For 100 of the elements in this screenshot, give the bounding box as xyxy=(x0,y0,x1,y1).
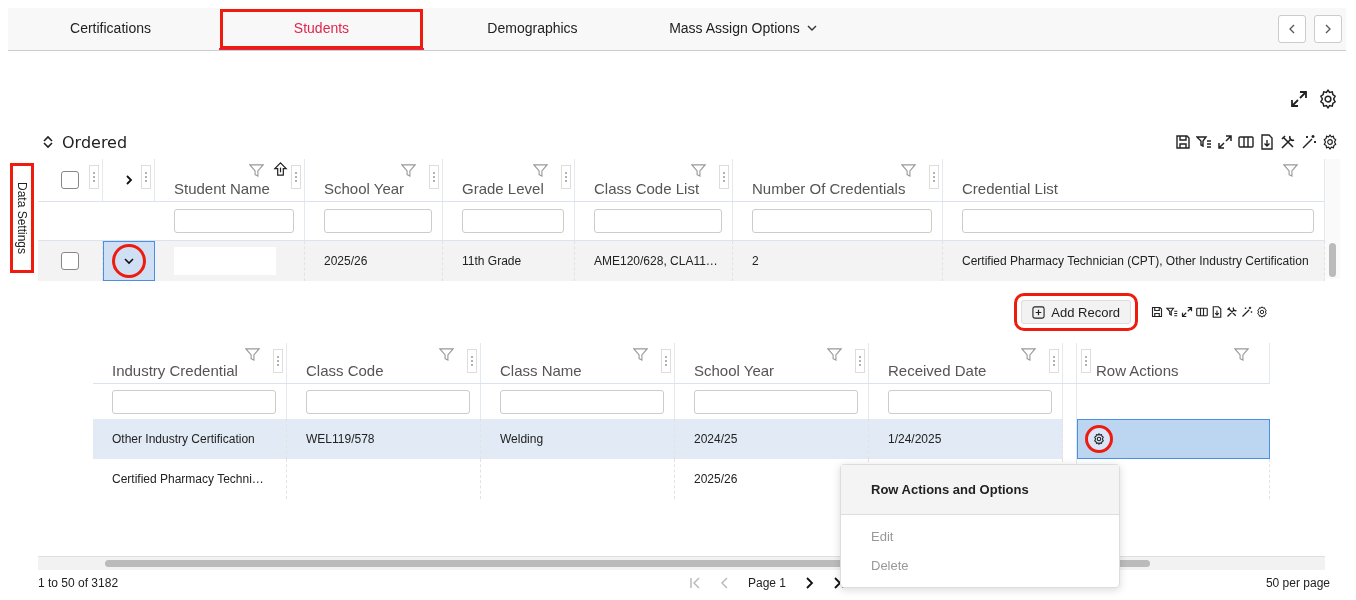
table-cell: Certified Pharmacy Technician (CPT), Other Industry Certification xyxy=(962,254,1309,268)
sort-icon[interactable] xyxy=(42,135,54,149)
tab[interactable]: Students xyxy=(219,8,424,50)
settings-icon[interactable] xyxy=(1256,306,1268,318)
filter-field[interactable] xyxy=(888,389,1052,414)
column-header[interactable]: Class Name xyxy=(500,362,582,379)
filter-field[interactable] xyxy=(174,209,294,233)
tools-icon[interactable] xyxy=(1280,134,1296,150)
column-header[interactable]: Number Of Credentials xyxy=(752,180,906,197)
next-button[interactable] xyxy=(1314,15,1342,43)
settings-icon[interactable] xyxy=(1322,134,1338,150)
drag-handle-icon[interactable] xyxy=(429,165,439,189)
filter-field[interactable] xyxy=(112,389,276,414)
tools-icon[interactable] xyxy=(1226,306,1238,318)
sort-order-icon[interactable] xyxy=(273,162,288,177)
column-header[interactable]: School Year xyxy=(694,362,775,379)
first-page-icon[interactable] xyxy=(688,576,702,590)
filter-icon[interactable] xyxy=(439,347,454,362)
table-cell: 2025/26 xyxy=(324,254,368,268)
tab[interactable]: Certifications xyxy=(8,8,213,50)
drag-handle-icon[interactable] xyxy=(719,165,729,189)
save-icon[interactable] xyxy=(1175,134,1191,150)
plus-icon xyxy=(1032,305,1046,319)
table-cell: AME120/628, CLA11… xyxy=(594,254,718,268)
tab[interactable]: Demographics xyxy=(430,8,635,50)
table-cell: Certified Pharmacy Techni… xyxy=(112,472,264,486)
file-download-icon[interactable] xyxy=(1211,306,1223,318)
filter-icon[interactable] xyxy=(1283,163,1298,178)
filter-field[interactable] xyxy=(962,209,1314,233)
column-header[interactable]: School Year xyxy=(324,180,405,197)
settings-icon xyxy=(1093,433,1105,445)
record-count: 1 to 50 of 3182 xyxy=(38,576,119,590)
selected-row[interactable]: Other Industry Certification WEL119/578 Welding 2024/25 1/24/2025 xyxy=(93,419,1270,459)
column-header[interactable]: Industry Credential xyxy=(112,362,238,379)
drag-handle-icon[interactable] xyxy=(1049,349,1059,373)
filter-icon[interactable] xyxy=(691,163,706,178)
filter-field[interactable] xyxy=(752,209,932,233)
drag-handle-icon[interactable] xyxy=(141,165,151,189)
grid-title: Ordered xyxy=(62,132,128,152)
drag-handle-icon[interactable] xyxy=(855,349,865,373)
table-cell: Welding xyxy=(500,432,544,446)
chevron-down-icon xyxy=(122,255,135,267)
previous-button[interactable] xyxy=(1278,15,1306,43)
settings-icon[interactable] xyxy=(1318,89,1338,109)
filter-field[interactable] xyxy=(324,209,432,233)
drag-handle-icon[interactable] xyxy=(273,349,283,373)
filter-icon[interactable] xyxy=(1021,347,1036,362)
columns-icon[interactable] xyxy=(1196,306,1208,318)
filter-icon[interactable] xyxy=(533,163,548,178)
table-cell: 11th Grade xyxy=(462,254,522,268)
row-checkbox[interactable] xyxy=(61,252,79,270)
filter-field[interactable] xyxy=(694,389,858,414)
table-cell: 2024/25 xyxy=(694,432,738,446)
data-settings-tab[interactable]: Data Settings xyxy=(10,163,34,273)
file-download-icon[interactable] xyxy=(1259,134,1275,150)
filter-icon[interactable] xyxy=(401,163,416,178)
column-header[interactable]: Received Date xyxy=(888,362,987,379)
filter-icon[interactable] xyxy=(827,347,842,362)
vertical-scrollbar[interactable] xyxy=(1325,159,1340,279)
tab[interactable]: Mass Assign Options xyxy=(641,8,846,50)
filter-icon[interactable] xyxy=(901,163,916,178)
column-header[interactable]: Grade Level xyxy=(462,180,544,197)
save-icon[interactable] xyxy=(1151,306,1163,318)
expand-icon[interactable] xyxy=(1289,89,1309,109)
column-header[interactable]: Class Code xyxy=(306,362,384,379)
magic-wand-icon[interactable] xyxy=(1301,134,1317,150)
table-cell: Other Industry Certification xyxy=(112,432,255,446)
drag-handle-icon[interactable] xyxy=(291,165,301,189)
menu-title: Row Actions and Options xyxy=(841,465,1119,515)
filter-field[interactable] xyxy=(500,389,664,414)
drag-handle-icon[interactable] xyxy=(1081,349,1091,373)
page-size-label: 50 per page xyxy=(1265,576,1330,590)
drag-handle-icon[interactable] xyxy=(561,165,571,189)
columns-icon[interactable] xyxy=(1238,134,1254,150)
filter-field[interactable] xyxy=(594,209,722,233)
drag-handle-icon[interactable] xyxy=(661,349,671,373)
row-expand-button[interactable] xyxy=(111,244,146,278)
filter-icon[interactable] xyxy=(249,163,264,178)
drag-handle-icon[interactable] xyxy=(929,165,939,189)
filter-list-icon[interactable] xyxy=(1166,306,1178,318)
filter-field[interactable] xyxy=(462,209,564,233)
table-cell: 1/24/2025 xyxy=(888,432,942,446)
magic-wand-icon[interactable] xyxy=(1241,306,1253,318)
table-cell: WEL119/578 xyxy=(306,432,375,446)
filter-icon[interactable] xyxy=(1234,347,1249,362)
column-header[interactable]: Class Code List xyxy=(594,180,700,197)
select-all-checkbox[interactable] xyxy=(61,171,79,189)
column-header[interactable]: Student Name xyxy=(174,180,270,197)
filter-icon[interactable] xyxy=(245,347,260,362)
expand-icon[interactable] xyxy=(1217,134,1233,150)
table-cell: 2 xyxy=(752,254,759,268)
column-header[interactable]: Row Actions xyxy=(1096,362,1179,379)
row-actions-button[interactable] xyxy=(1085,425,1113,453)
filter-field[interactable] xyxy=(306,389,470,414)
column-header[interactable]: Credential List xyxy=(962,180,1058,197)
filter-list-icon[interactable] xyxy=(1196,134,1212,150)
drag-handle-icon[interactable] xyxy=(89,165,99,189)
drag-handle-icon[interactable] xyxy=(467,349,477,373)
filter-icon[interactable] xyxy=(633,347,648,362)
expand-icon[interactable] xyxy=(1181,306,1193,318)
